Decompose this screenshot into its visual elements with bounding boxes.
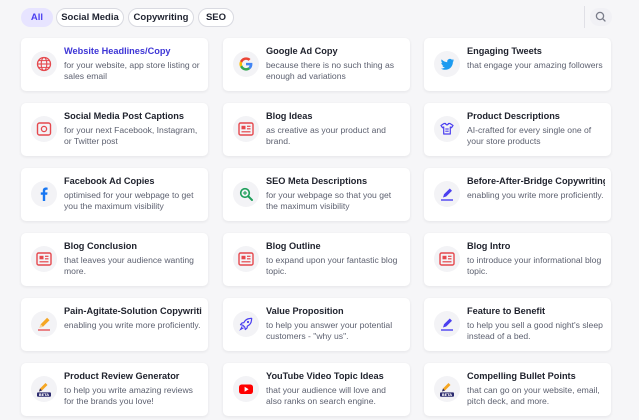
template-card-youtube-video-topic-ideas[interactable]: YouTube Video Topic Ideas that your audie…	[223, 363, 410, 416]
beta-pen-icon: BETA	[434, 376, 460, 402]
template-description: that leaves your audience wanting more.	[64, 255, 194, 276]
template-description: to help you write amazing reviews for th…	[64, 385, 193, 406]
filter-chip-copywriting[interactable]: Copywriting	[128, 8, 194, 27]
image-icon	[31, 116, 57, 142]
template-description: that your audience will love and also ra…	[266, 385, 386, 406]
template-description: for your webpage so that you get the max…	[266, 190, 392, 211]
search-icon	[590, 8, 612, 26]
template-card-blog-intro[interactable]: Blog Intro to introduce your informationa…	[424, 233, 611, 286]
template-card-engaging-tweets[interactable]: Engaging Tweets that engage your amazing …	[424, 38, 611, 91]
template-description: for your next Facebook, Instagram, or Tw…	[64, 125, 198, 146]
template-description: enabling you write more proficiently.	[64, 320, 201, 330]
article-icon	[434, 246, 460, 272]
twitter-icon	[434, 51, 460, 77]
template-description: to help you answer your potential custom…	[266, 320, 393, 341]
google-icon	[233, 51, 259, 77]
beta-badge: BETA	[442, 393, 452, 397]
template-card-before-after-bridge-copywriting[interactable]: Before-After-Bridge Copywriting enabling …	[424, 168, 611, 221]
template-card-feature-to-benefit[interactable]: Feature to Benefit to help you sell a goo…	[424, 298, 611, 351]
template-title: Social Media Post Captions	[64, 111, 184, 121]
template-card-social-media-post-captions[interactable]: Social Media Post Captions for your next …	[21, 103, 208, 156]
template-title: Blog Outline	[266, 241, 321, 251]
template-description: AI-crafted for every single one of your …	[467, 125, 592, 146]
template-card-blog-conclusion[interactable]: Blog Conclusion that leaves your audience…	[21, 233, 208, 286]
template-title: Product Review Generator	[64, 371, 180, 381]
youtube-icon	[233, 376, 259, 402]
template-title: Facebook Ad Copies	[64, 176, 155, 186]
filter-bar: All Social Media Copywriting SEO	[0, 0, 639, 36]
template-description: because there is no such thing as enough…	[266, 60, 395, 81]
template-title: Feature to Benefit	[467, 306, 546, 316]
template-title: Product Descriptions	[467, 111, 560, 121]
template-title: Blog Ideas	[266, 111, 313, 121]
seo-search-icon	[233, 181, 259, 207]
pen-icon	[434, 311, 460, 337]
template-title: Blog Conclusion	[64, 241, 137, 251]
template-description: to expand upon your fantastic blog topic…	[266, 255, 398, 276]
template-description: to help you sell a good night's sleep in…	[467, 320, 603, 341]
template-card-website-headlines-copy[interactable]: Website Headlines/Copy for your website, …	[21, 38, 208, 91]
pen-icon	[434, 181, 460, 207]
article-icon	[233, 246, 259, 272]
filter-chip-social-media[interactable]: Social Media	[56, 8, 124, 27]
template-description: that engage your amazing followers	[467, 60, 603, 70]
template-card-value-proposition[interactable]: Value Proposition to help you answer your…	[223, 298, 410, 351]
template-title: Compelling Bullet Points	[467, 371, 576, 381]
template-title: Pain-Agitate-Solution Copywriting	[64, 306, 202, 316]
template-card-pain-agitate-solution-copywriting[interactable]: Pain-Agitate-Solution Copywriting enablin…	[21, 298, 208, 351]
template-description: to introduce your informational blog top…	[467, 255, 602, 276]
template-description: enabling you write more proficiently.	[467, 190, 604, 200]
template-description: that can go on your website, email, pitc…	[467, 385, 600, 406]
facebook-icon	[31, 181, 57, 207]
template-description: as creative as your product and brand.	[266, 125, 386, 146]
template-title: Blog Intro	[467, 241, 511, 251]
template-title: SEO Meta Descriptions	[266, 176, 368, 186]
template-title: Google Ad Copy	[266, 46, 338, 56]
template-title: Before-After-Bridge Copywriting	[467, 176, 605, 186]
template-description: optimised for your webpage to get you th…	[64, 190, 194, 211]
shirt-icon	[434, 116, 460, 142]
template-card-product-review-generator[interactable]: BETA Product Review Generator to help you …	[21, 363, 208, 416]
pencil-icon	[31, 311, 57, 337]
article-icon	[233, 116, 259, 142]
template-card-blog-outline[interactable]: Blog Outline to expand upon your fantasti…	[223, 233, 410, 286]
template-card-product-descriptions[interactable]: Product Descriptions AI-crafted for every…	[424, 103, 611, 156]
template-title: Value Proposition	[266, 306, 344, 316]
template-title: Engaging Tweets	[467, 46, 542, 56]
filter-chip-all[interactable]: All	[21, 8, 53, 27]
template-card-facebook-ad-copies[interactable]: Facebook Ad Copies optimised for your web…	[21, 168, 208, 221]
template-description: for your website, app store listing or s…	[64, 60, 200, 81]
beta-pen-icon: BETA	[31, 376, 57, 402]
template-title: YouTube Video Topic Ideas	[266, 371, 384, 381]
filter-chip-seo[interactable]: SEO	[198, 8, 234, 27]
rocket-icon	[233, 311, 259, 337]
beta-badge: BETA	[39, 393, 49, 397]
search-button[interactable]	[584, 6, 612, 28]
template-card-blog-ideas[interactable]: Blog Ideas as creative as your product an…	[223, 103, 410, 156]
template-card-compelling-bullet-points[interactable]: BETA Compelling Bullet Points that can go …	[424, 363, 611, 416]
globe-icon	[31, 51, 57, 77]
template-card-seo-meta-descriptions[interactable]: SEO Meta Descriptions for your webpage so…	[223, 168, 410, 221]
article-icon	[31, 246, 57, 272]
template-title: Website Headlines/Copy	[64, 46, 171, 56]
template-card-google-ad-copy[interactable]: Google Ad Copy because there is no such t…	[223, 38, 410, 91]
